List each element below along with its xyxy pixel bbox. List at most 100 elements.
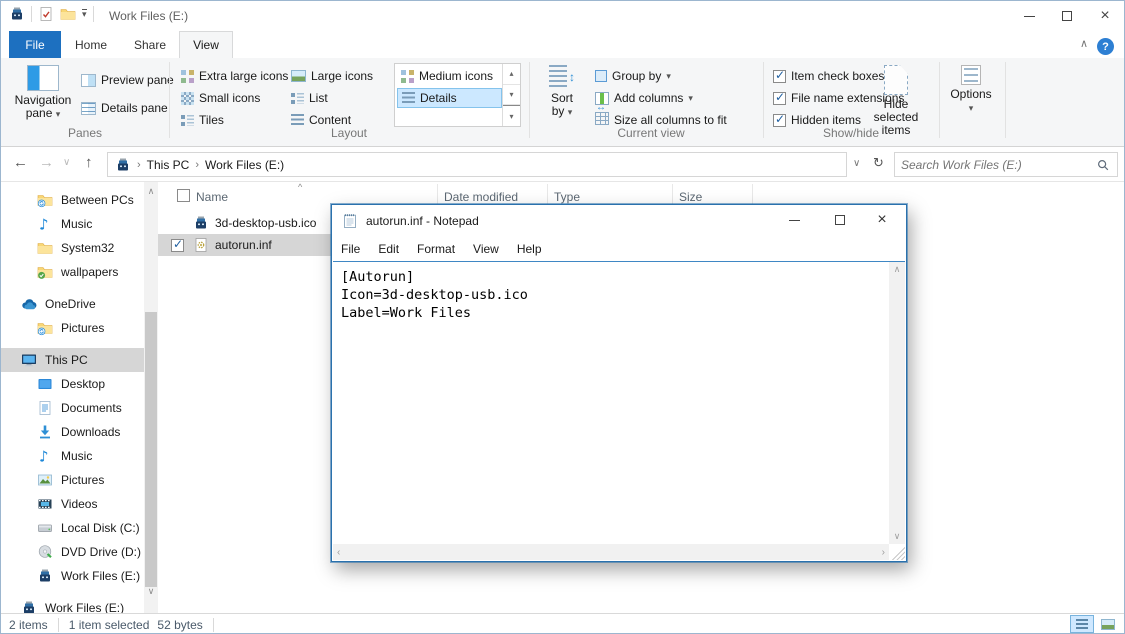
sidebar-item-system32[interactable]: System32	[1, 236, 144, 260]
group-label-current-view: Current view	[591, 126, 711, 140]
menu-file[interactable]: File	[332, 242, 369, 256]
tab-view[interactable]: View	[179, 31, 233, 58]
details-option[interactable]: Details	[397, 88, 502, 108]
back-button[interactable]: ←	[13, 154, 28, 171]
maximize-button[interactable]	[1048, 1, 1086, 31]
up-button[interactable]: ↑	[85, 154, 93, 171]
select-all-checkbox[interactable]	[177, 189, 190, 202]
preview-pane-button[interactable]: Preview pane	[81, 70, 174, 90]
navigation-pane-icon	[27, 65, 59, 91]
sidebar-item-music-pinned[interactable]: Music	[1, 212, 144, 236]
column-header-name[interactable]: Name ^	[158, 184, 438, 206]
forward-icon: →	[39, 154, 54, 171]
sidebar-item-wallpapers[interactable]: wallpapers	[1, 260, 144, 284]
details-pane-button[interactable]: Details pane	[81, 98, 168, 118]
extra-large-icons-button[interactable]: Extra large icons	[181, 66, 288, 86]
customize-qat-dropdown-icon[interactable]: ▾	[82, 9, 87, 19]
medium-icons-option[interactable]: Medium icons	[397, 66, 502, 86]
options-button[interactable]: Options▾	[945, 61, 997, 141]
tab-share[interactable]: Share	[121, 31, 179, 58]
sidebar-item-documents[interactable]: Documents	[1, 396, 144, 420]
crumb-separator-icon: ›	[195, 159, 199, 171]
sidebar-item-this-pc[interactable]: This PC	[1, 348, 144, 372]
collapse-ribbon-icon[interactable]: ∧	[1080, 37, 1088, 50]
address-dropdown[interactable]: ∨	[853, 158, 860, 169]
menu-help[interactable]: Help	[508, 242, 551, 256]
scroll-down-icon[interactable]: ∨	[889, 529, 905, 544]
dropdown-arrow-icon: ▾	[969, 103, 974, 113]
sidebar-item-videos[interactable]: Videos	[1, 492, 144, 516]
sidebar-item-pictures[interactable]: Pictures	[1, 468, 144, 492]
notepad-vertical-scrollbar[interactable]: ∧ ∨	[889, 262, 905, 544]
add-columns-button[interactable]: Add columns ▾	[595, 88, 693, 108]
small-icons-button[interactable]: Small icons	[181, 88, 260, 108]
details-view-toggle[interactable]	[1070, 615, 1094, 633]
gallery-more-button[interactable]: ▾	[503, 105, 520, 126]
checkbox-checked-icon	[773, 70, 786, 83]
dropdown-arrow-icon: ▾	[568, 107, 573, 117]
address-bar[interactable]: › This PC › Work Files (E:)	[107, 152, 847, 177]
large-icons-button[interactable]: Large icons	[291, 66, 373, 86]
sidebar-item-dvd-drive-d[interactable]: DVD Drive (D:) C	[1, 540, 144, 564]
sidebar-item-local-disk-c[interactable]: Local Disk (C:)	[1, 516, 144, 540]
tab-home[interactable]: Home	[61, 31, 121, 58]
notepad-maximize-button[interactable]	[820, 205, 860, 235]
scroll-down-icon[interactable]: ∨	[144, 584, 158, 599]
notepad-close-button[interactable]: ×	[862, 205, 902, 235]
scroll-up-icon[interactable]: ∧	[889, 262, 905, 277]
crumb-work-files[interactable]: Work Files (E:)	[205, 158, 284, 172]
refresh-button[interactable]: ↻	[873, 155, 884, 171]
menu-edit[interactable]: Edit	[369, 242, 408, 256]
sidebar-group-gap	[1, 588, 144, 596]
search-input[interactable]	[901, 154, 1081, 175]
scroll-right-icon[interactable]: ›	[882, 547, 885, 558]
sidebar-item-onedrive[interactable]: OneDrive	[1, 292, 144, 316]
notepad-horizontal-scrollbar[interactable]: ‹ ›	[333, 544, 889, 560]
gallery-scroll-down[interactable]: ▾	[503, 85, 520, 106]
sort-by-button[interactable]: ↕ Sort by ▾	[539, 61, 585, 141]
file-row-autorun-inf[interactable]: autorun.inf	[158, 234, 331, 256]
large-icons-view-toggle[interactable]	[1096, 615, 1120, 633]
scroll-up-icon[interactable]: ∧	[144, 184, 158, 199]
scrollbar-thumb[interactable]	[145, 312, 157, 587]
sidebar-item-between-pcs[interactable]: Between PCs	[1, 188, 144, 212]
minimize-button[interactable]	[1010, 1, 1048, 31]
row-checkbox[interactable]	[171, 239, 187, 252]
sidebar-item-onedrive-pictures[interactable]: Pictures	[1, 316, 144, 340]
close-icon: ×	[877, 211, 886, 229]
gallery-scroll-up[interactable]: ▴	[503, 64, 520, 85]
list-button[interactable]: List	[291, 88, 328, 108]
sidebar-item-desktop[interactable]: Desktop	[1, 372, 144, 396]
search-box[interactable]	[894, 152, 1118, 177]
thumbnail-view-icon	[1101, 619, 1115, 630]
chevron-down-icon: ∨	[853, 158, 860, 169]
selection-size: 52 bytes	[157, 618, 202, 632]
sidebar-item-work-files-e[interactable]: Work Files (E:)	[1, 564, 144, 588]
sidebar-item-music[interactable]: Music	[1, 444, 144, 468]
close-button[interactable]: ×	[1086, 1, 1124, 31]
resize-grip[interactable]	[889, 544, 905, 560]
menu-view[interactable]: View	[464, 242, 508, 256]
large-icons-icon	[291, 70, 306, 82]
forward-button[interactable]: →	[39, 154, 54, 171]
details-view-icon	[402, 92, 415, 105]
recent-locations-dropdown[interactable]: ∨	[63, 157, 70, 168]
usb-drive-icon	[37, 568, 53, 584]
tiles-button[interactable]: Tiles	[181, 110, 224, 130]
crumb-this-pc[interactable]: This PC	[147, 158, 190, 172]
notepad-text-area[interactable]: [Autorun]Icon=3d-desktop-usb.icoLabel=Wo…	[333, 261, 905, 560]
help-icon[interactable]: ?	[1097, 38, 1114, 55]
sidebar-scrollbar[interactable]: ∧ ∨	[144, 182, 158, 613]
column-header-size[interactable]: Size	[673, 184, 753, 206]
new-folder-icon[interactable]	[60, 6, 76, 22]
group-by-button[interactable]: Group by ▾	[595, 66, 671, 86]
sidebar-item-downloads[interactable]: Downloads	[1, 420, 144, 444]
tab-file[interactable]: File	[9, 31, 61, 58]
menu-format[interactable]: Format	[408, 242, 464, 256]
column-header-date-modified[interactable]: Date modified	[438, 184, 548, 206]
window-title: Work Files (E:)	[109, 9, 188, 23]
scroll-left-icon[interactable]: ‹	[337, 547, 340, 558]
column-header-type[interactable]: Type	[548, 184, 673, 206]
properties-icon[interactable]	[38, 6, 54, 22]
notepad-minimize-button[interactable]	[774, 205, 814, 235]
